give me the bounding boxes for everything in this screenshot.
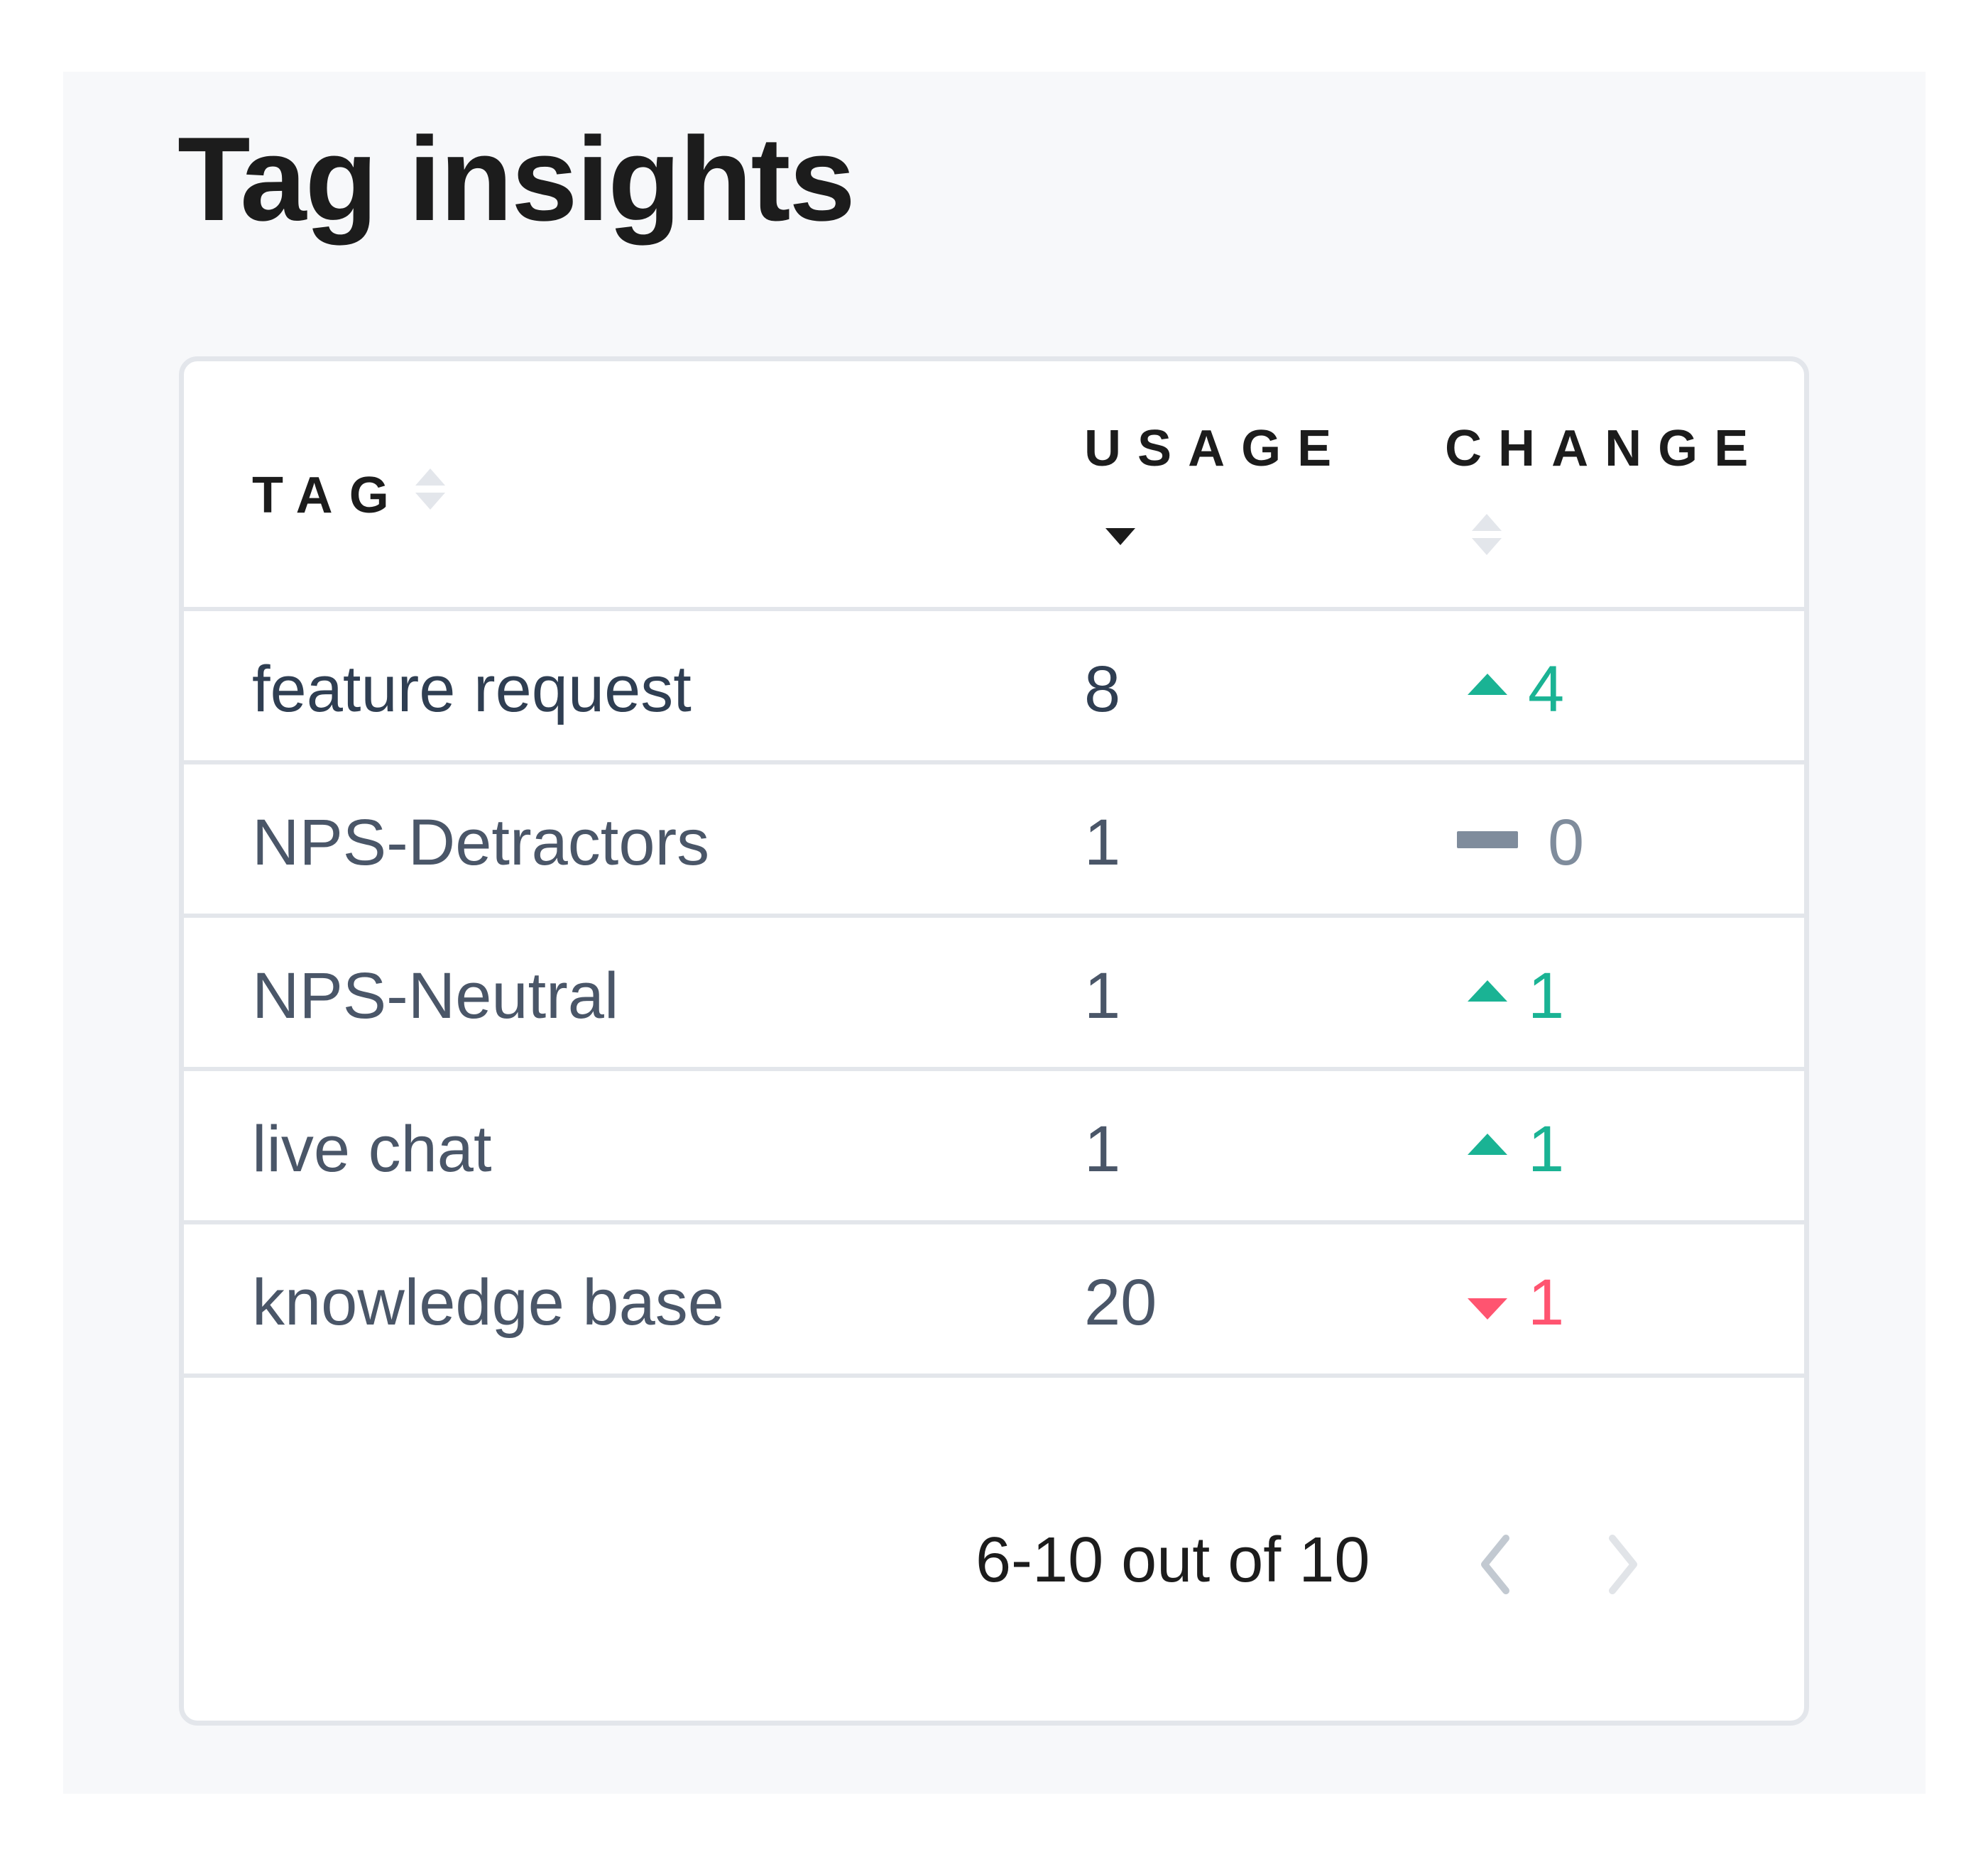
table-row[interactable]: NPS-Detractors 1 0 <box>184 764 1804 914</box>
no-change-dash-icon <box>1457 831 1518 848</box>
chevron-left-icon <box>1481 1535 1509 1594</box>
row-divider <box>184 1374 1804 1378</box>
chevron-right-icon <box>1609 1535 1637 1594</box>
tag-insights-table: TAG USAGE CHANGE feature request 8 4 NPS… <box>179 356 1809 1726</box>
pagination-range: 6-10 out of 10 <box>976 1525 1370 1596</box>
next-page-button[interactable] <box>1601 1533 1644 1596</box>
tag-name[interactable]: live chat <box>252 1117 492 1182</box>
column-header-usage[interactable]: USAGE <box>1084 423 1348 474</box>
increase-arrow-icon <box>1468 674 1507 695</box>
change-value: 1 <box>1528 1113 1565 1185</box>
column-header-usage-label: USAGE <box>1084 420 1348 477</box>
table-row[interactable]: live chat 1 1 <box>184 1071 1804 1220</box>
usage-value: 20 <box>1084 1266 1157 1339</box>
increase-arrow-icon <box>1468 980 1507 1002</box>
usage-value: 8 <box>1084 653 1121 725</box>
tag-name[interactable]: NPS-Neutral <box>252 963 618 1029</box>
increase-arrow-icon <box>1468 1134 1507 1155</box>
usage-value: 1 <box>1084 960 1121 1032</box>
sort-neutral-icon[interactable] <box>1472 514 1502 555</box>
usage-value: 1 <box>1084 806 1121 879</box>
table-row[interactable]: NPS-Neutral 1 1 <box>184 918 1804 1067</box>
prev-page-button[interactable] <box>1475 1533 1517 1596</box>
column-header-tag-label: TAG <box>252 467 405 524</box>
table-row[interactable]: knowledge base 20 1 <box>184 1224 1804 1374</box>
column-header-tag[interactable]: TAG <box>252 470 405 521</box>
tag-name[interactable]: feature request <box>252 657 692 722</box>
tag-name[interactable]: knowledge base <box>252 1270 724 1335</box>
column-header-change[interactable]: CHANGE <box>1445 423 1764 474</box>
usage-value: 1 <box>1084 1113 1121 1185</box>
change-value: 0 <box>1548 806 1585 879</box>
change-value: 4 <box>1528 653 1565 725</box>
table-row[interactable]: feature request 8 4 <box>184 611 1804 760</box>
change-value: 1 <box>1528 960 1565 1032</box>
sort-neutral-icon[interactable] <box>415 468 445 510</box>
sort-descending-icon[interactable] <box>1105 528 1135 545</box>
column-header-change-label: CHANGE <box>1445 420 1765 477</box>
page-title: Tag insights <box>178 112 856 246</box>
decrease-arrow-icon <box>1468 1298 1507 1320</box>
tag-name[interactable]: NPS-Detractors <box>252 810 709 875</box>
change-value: 1 <box>1528 1266 1565 1339</box>
